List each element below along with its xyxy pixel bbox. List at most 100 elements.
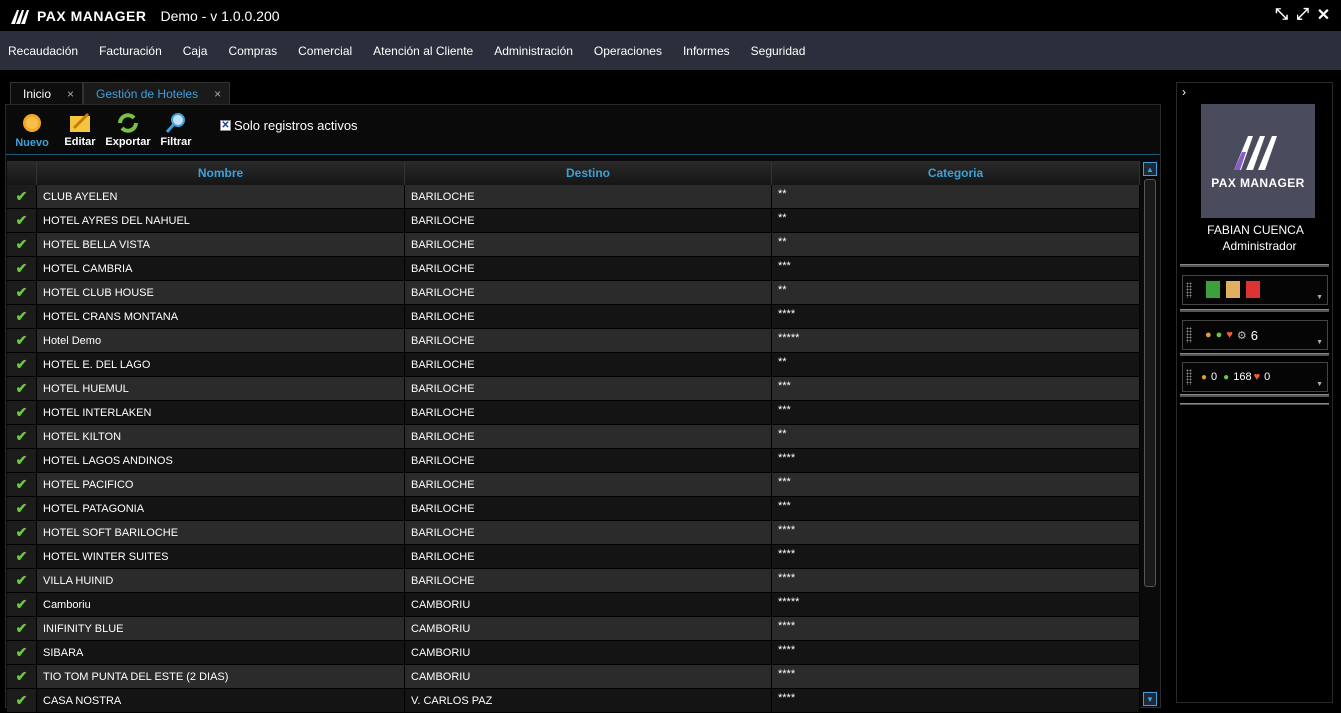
table-row[interactable]: ✔ HOTEL CRANS MONTANA BARILOCHE **** [7, 305, 1140, 329]
menu-atencion-cliente[interactable]: Atención al Cliente [365, 44, 481, 58]
filter-button[interactable]: Filtrar [156, 112, 196, 148]
active-check-icon: ✔ [7, 665, 37, 689]
hotel-category-cell: *** [772, 257, 1140, 281]
table-row[interactable]: ✔ TIO TOM PUNTA DEL ESTE (2 DIAS) CAMBORIU… [7, 665, 1140, 689]
table-row[interactable]: ✔ HOTEL SOFT BARILOCHE BARILOCHE **** [7, 521, 1140, 545]
table-row[interactable]: ✔ HOTEL PACIFICO BARILOCHE *** [7, 473, 1140, 497]
active-check-icon: ✔ [7, 209, 37, 233]
restore-icon[interactable]: ⤡ [1274, 5, 1289, 25]
hotel-category-cell: ** [772, 353, 1140, 377]
counter-3: 0 [1264, 371, 1271, 383]
table-row[interactable]: ✔ HOTEL PATAGONIA BARILOCHE *** [7, 497, 1140, 521]
menu-operaciones[interactable]: Operaciones [586, 44, 670, 58]
table-row[interactable]: ✔ HOTEL HUEMUL BARILOCHE *** [7, 377, 1140, 401]
table-row[interactable]: ✔ HOTEL E. DEL LAGO BARILOCHE ** [7, 353, 1140, 377]
drag-handle-icon[interactable] [1186, 369, 1192, 385]
menu-facturacion[interactable]: Facturación [91, 44, 170, 58]
hotel-name-cell: HOTEL INTERLAKEN [37, 401, 405, 425]
table-row[interactable]: ✔ HOTEL BELLA VISTA BARILOCHE ** [7, 233, 1140, 257]
dropdown-arrow-icon[interactable]: ▼ [1316, 339, 1323, 346]
active-only-checkbox[interactable]: ✕ Solo registros activos [220, 118, 358, 133]
menu-administracion[interactable]: Administración [486, 44, 581, 58]
menu-seguridad[interactable]: Seguridad [743, 44, 814, 58]
table-row[interactable]: ✔ HOTEL AYRES DEL NAHUEL BARILOCHE ** [7, 209, 1140, 233]
edit-button[interactable]: Editar [60, 112, 100, 148]
nombre-column-header[interactable]: Nombre [37, 161, 405, 185]
table-row[interactable]: ✔ HOTEL CLUB HOUSE BARILOCHE ** [7, 281, 1140, 305]
hotel-category-cell: *** [772, 377, 1140, 401]
table-row[interactable]: ✔ INIFINITY BLUE CAMBORIU **** [7, 617, 1140, 641]
categoria-column-header[interactable]: Categoria [772, 161, 1140, 185]
menu-compras[interactable]: Compras [220, 44, 285, 58]
table-row[interactable]: ✔ HOTEL CAMBRIA BARILOCHE *** [7, 257, 1140, 281]
close-icon[interactable]: ✕ [1316, 5, 1331, 25]
table-row[interactable]: ✔ SIBARA CAMBORIU **** [7, 641, 1140, 665]
hotel-destination-cell: BARILOCHE [405, 401, 772, 425]
hotel-name-cell: Hotel Demo [37, 329, 405, 353]
user-icon: ● [1205, 329, 1212, 341]
hotel-destination-cell: BARILOCHE [405, 377, 772, 401]
drag-handle-icon[interactable] [1186, 327, 1192, 343]
dropdown-arrow-icon[interactable]: ▼ [1316, 381, 1323, 388]
table-row[interactable]: ✔ CLUB AYELEN BARILOCHE ** [7, 185, 1140, 209]
profile-picture: PAX MANAGER [1201, 104, 1315, 218]
table-row[interactable]: ✔ Camboriu CAMBORIU ***** [7, 593, 1140, 617]
table-row[interactable]: ✔ VILLA HUINID BARILOCHE **** [7, 569, 1140, 593]
new-button[interactable]: Nuevo [12, 111, 52, 149]
tab-gestion-hoteles[interactable]: Gestión de Hoteles × [83, 82, 231, 104]
drag-handle-icon[interactable] [1186, 282, 1192, 298]
export-button[interactable]: Exportar [105, 112, 151, 148]
counters-widget[interactable]: ● 0 ● 168 ♥ 0 ▼ [1182, 362, 1328, 392]
scroll-thumb[interactable] [1144, 179, 1156, 587]
hotel-destination-cell: CAMBORIU [405, 593, 772, 617]
active-check-icon: ✔ [7, 473, 37, 497]
hotel-destination-cell: V. CARLOS PAZ [405, 689, 772, 713]
menu-caja[interactable]: Caja [175, 44, 216, 58]
folders-widget[interactable]: ▼ [1182, 275, 1328, 305]
hotel-name-cell: Camboriu [37, 593, 405, 617]
active-check-icon: ✔ [7, 449, 37, 473]
destino-column-header[interactable]: Destino [405, 161, 772, 185]
active-check-icon: ✔ [7, 497, 37, 521]
maximize-icon[interactable]: ⤢ [1295, 5, 1310, 25]
checkbox-checked-icon[interactable]: ✕ [220, 120, 231, 131]
users-widget[interactable]: ● ● ♥ ⚙ 6 ▼ [1182, 320, 1328, 350]
table-row[interactable]: ✔ HOTEL INTERLAKEN BARILOCHE *** [7, 401, 1140, 425]
menu-informes[interactable]: Informes [675, 44, 738, 58]
hotel-name-cell: INIFINITY BLUE [37, 617, 405, 641]
hotel-category-cell: ** [772, 209, 1140, 233]
menu-recaudacion[interactable]: Recaudación [0, 44, 86, 58]
hotel-name-cell: HOTEL LAGOS ANDINOS [37, 449, 405, 473]
table-row[interactable]: ✔ HOTEL KILTON BARILOCHE ** [7, 425, 1140, 449]
table-row[interactable]: ✔ Hotel Demo BARILOCHE ***** [7, 329, 1140, 353]
hotel-name-cell: HOTEL BELLA VISTA [37, 233, 405, 257]
tab-close-icon[interactable]: × [67, 87, 74, 101]
hotel-category-cell: ** [772, 281, 1140, 305]
active-check-icon: ✔ [7, 305, 37, 329]
tab-close-icon[interactable]: × [214, 87, 221, 101]
collapse-chevron-icon[interactable]: › [1182, 85, 1186, 99]
scroll-up-icon[interactable]: ▲ [1143, 162, 1157, 176]
menu-comercial[interactable]: Comercial [290, 44, 360, 58]
hotel-destination-cell: BARILOCHE [405, 185, 772, 209]
counter-1: 0 [1211, 371, 1218, 383]
magnifier-icon [165, 112, 185, 133]
edit-icon [70, 112, 90, 132]
table-row[interactable]: ✔ HOTEL LAGOS ANDINOS BARILOCHE **** [7, 449, 1140, 473]
hotel-name-cell: HOTEL KILTON [37, 425, 405, 449]
active-check-icon: ✔ [7, 281, 37, 305]
hotels-grid: Nombre Destino Categoria ✔ CLUB AYELEN BAR… [7, 161, 1140, 713]
scroll-down-icon[interactable]: ▼ [1143, 692, 1157, 706]
vertical-scrollbar[interactable]: ▲ ▼ [1142, 162, 1158, 706]
active-check-icon: ✔ [7, 617, 37, 641]
new-button-label: Nuevo [15, 136, 49, 149]
table-row[interactable]: ✔ CASA NOSTRA V. CARLOS PAZ **** [7, 689, 1140, 713]
grid-header: Nombre Destino Categoria [7, 161, 1140, 185]
active-only-label: Solo registros activos [234, 118, 358, 133]
hotel-destination-cell: CAMBORIU [405, 665, 772, 689]
dropdown-arrow-icon[interactable]: ▼ [1316, 294, 1323, 301]
tab-inicio[interactable]: Inicio × [10, 82, 84, 104]
grid-body: ✔ CLUB AYELEN BARILOCHE ** ✔ HOTEL AYRES DEL … [7, 185, 1140, 713]
table-row[interactable]: ✔ HOTEL WINTER SUITES BARILOCHE **** [7, 545, 1140, 569]
hotel-destination-cell: BARILOCHE [405, 281, 772, 305]
